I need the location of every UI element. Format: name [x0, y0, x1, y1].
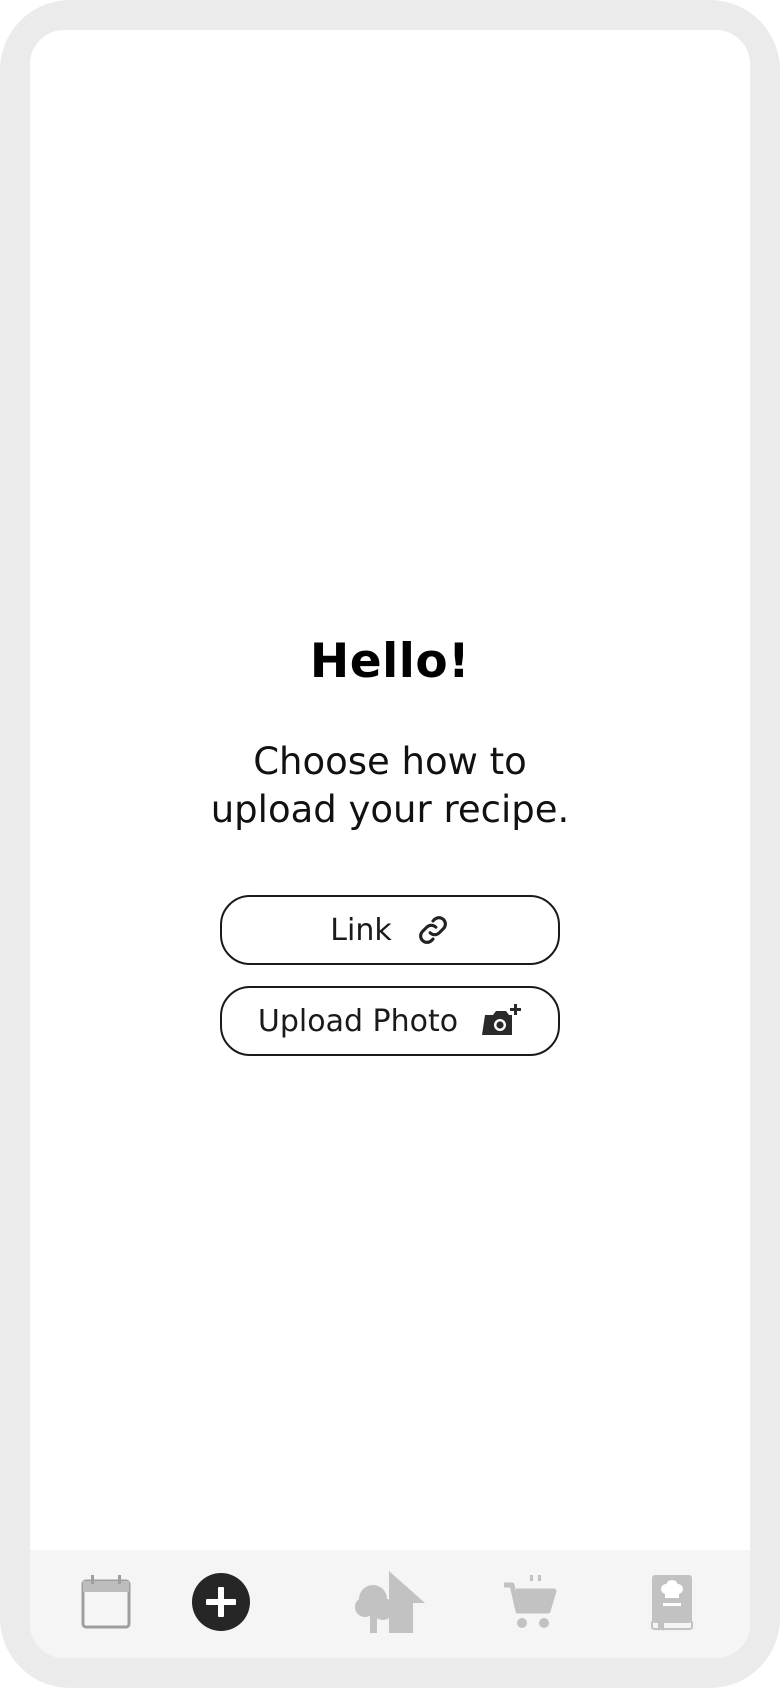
cart-icon: [502, 1573, 558, 1636]
link-icon: [416, 913, 450, 947]
tree-house-icon: [351, 1569, 427, 1640]
instruction-text: Choose how to upload your recipe.: [30, 738, 750, 834]
add-icon: [191, 1572, 251, 1637]
instruction-line-2: upload your recipe.: [210, 788, 570, 831]
upload-recipe-panel: Hello! Choose how to upload your recipe.…: [30, 30, 750, 1550]
upload-photo-button-label: Upload Photo: [257, 1003, 459, 1039]
tab-home[interactable]: [339, 1550, 439, 1658]
tab-shopping-cart[interactable]: [480, 1550, 580, 1658]
link-button-label: Link: [330, 912, 392, 948]
app-screen: Hello! Choose how to upload your recipe.…: [30, 30, 750, 1658]
upload-photo-button[interactable]: Upload Photo: [220, 986, 560, 1056]
calendar-icon: [81, 1574, 131, 1634]
bottom-tab-bar: [30, 1550, 750, 1658]
page-title: Hello!: [309, 634, 471, 689]
device-frame: Hello! Choose how to upload your recipe.…: [0, 0, 780, 1688]
cookbook-icon: [650, 1573, 694, 1636]
tab-cookbook[interactable]: [622, 1550, 722, 1658]
add-photo-icon: [482, 1003, 522, 1039]
link-button[interactable]: Link: [220, 895, 560, 965]
instruction-line-1: Choose how to: [253, 740, 527, 783]
tab-add-recipe[interactable]: [171, 1550, 271, 1658]
tab-calendar[interactable]: [56, 1550, 156, 1658]
